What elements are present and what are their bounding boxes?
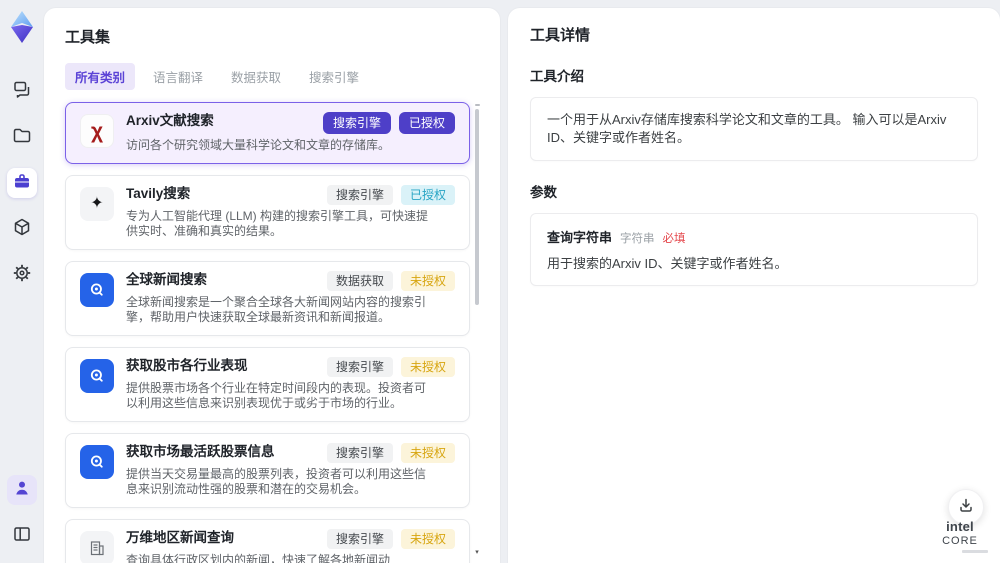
tool-description: 提供股票市场各个行业在特定时间段内的表现。投资者可以利用这些信息来识别表现优于或…	[126, 380, 427, 411]
scrollbar-thumb[interactable]	[475, 109, 479, 305]
auth-status-badge: 未授权	[400, 270, 455, 291]
tool-card-global-news[interactable]: 全球新闻搜索 数据获取 未授权 全球新闻搜索是一个聚合全球各大新闻网站内容的搜索…	[65, 260, 470, 336]
tool-detail-panel: 工具详情 工具介绍 一个用于从Arxiv存储库搜索科学论文和文章的工具。 输入可…	[508, 8, 1000, 563]
gear-icon	[12, 263, 32, 288]
app-logo[interactable]	[7, 10, 37, 44]
page-title: 工具集	[65, 29, 111, 46]
tool-card-arxiv[interactable]: χ Arxiv文献搜索 搜索引擎 已授权 访问各个研究领域大量科学论文和文章的存…	[65, 102, 470, 164]
category-tabs: 所有类别 语言翻译 数据获取 搜索引擎	[65, 63, 480, 90]
tool-description: 全球新闻搜索是一个聚合全球各大新闻网站内容的搜索引擎，帮助用户快速获取全球最新资…	[126, 294, 427, 325]
category-badge: 搜索引擎	[326, 528, 393, 549]
sidebar-item-user[interactable]	[7, 475, 37, 505]
chat-icon	[12, 79, 32, 104]
tool-name: 获取市场最活跃股票信息	[126, 443, 275, 459]
tool-name: Tavily搜索	[126, 185, 191, 201]
detail-title: 工具详情	[530, 27, 591, 44]
search-q-icon	[80, 272, 114, 307]
tool-description: 访问各个研究领域大量科学论文和文章的存储库。	[126, 138, 391, 152]
params-heading: 参数	[530, 185, 557, 200]
briefcase-icon	[12, 171, 32, 196]
tool-name: 获取股市各行业表现	[126, 357, 248, 373]
search-q-icon	[80, 444, 114, 479]
param-box: 查询字符串 字符串 必填 用于搜索的Arxiv ID、关键字或作者姓名。	[530, 213, 978, 286]
category-badge: 搜索引擎	[326, 442, 393, 463]
sidebar-item-files[interactable]	[7, 122, 37, 152]
param-type: 字符串	[620, 233, 655, 245]
tool-card-tavily[interactable]: ✦ Tavily搜索 搜索引擎 已授权 专为人工智能代理 (LLM) 构建的搜索…	[65, 174, 470, 250]
sidebar-item-packages[interactable]	[7, 214, 37, 244]
arxiv-logo-icon: χ	[80, 114, 114, 148]
category-badge: 数据获取	[326, 270, 393, 291]
sidebar-item-chat[interactable]	[7, 76, 37, 106]
tool-description: 查询具体行政区划内的新闻，快速了解各地新闻动	[126, 552, 391, 563]
app-rail	[0, 0, 44, 563]
auth-status-badge: 已授权	[400, 184, 455, 205]
building-icon	[80, 530, 114, 563]
folder-icon	[12, 125, 32, 150]
intro-heading: 工具介绍	[530, 69, 584, 84]
tool-card-sector-performance[interactable]: 获取股市各行业表现 搜索引擎 未授权 提供股票市场各个行业在特定时间段内的表现。…	[65, 346, 470, 422]
param-required-badge: 必填	[662, 233, 686, 245]
tool-card-most-active-stocks[interactable]: 获取市场最活跃股票信息 搜索引擎 未授权 提供当天交易量最高的股票列表，投资者可…	[65, 432, 470, 508]
tool-name: 全球新闻搜索	[126, 271, 207, 287]
tab-translation[interactable]: 语言翻译	[143, 63, 213, 90]
tool-card-regional-news[interactable]: 万维地区新闻查询 搜索引擎 未授权 查询具体行政区划内的新闻，快速了解各地新闻动	[65, 518, 470, 563]
brand-core: CORE	[942, 535, 978, 547]
cube-icon	[12, 217, 32, 242]
download-icon	[958, 497, 974, 518]
scrollbar-down-arrow[interactable]: ▾	[474, 548, 480, 556]
user-icon	[12, 478, 32, 503]
auth-status-badge: 未授权	[400, 356, 455, 377]
tab-all-categories[interactable]: 所有类别	[65, 63, 136, 90]
tool-name: Arxiv文献搜索	[126, 113, 214, 128]
auth-status-badge: 未授权	[400, 442, 455, 463]
layout-panel-icon	[12, 524, 32, 549]
tool-name: 万维地区新闻查询	[126, 529, 234, 545]
tool-list-panel: 工具集 所有类别 语言翻译 数据获取 搜索引擎 χ Arxiv文献搜索 搜索引擎…	[44, 8, 500, 563]
sidebar-item-tools[interactable]	[7, 168, 37, 198]
category-badge: 搜索引擎	[322, 112, 391, 134]
auth-status-badge: 未授权	[400, 528, 455, 549]
param-name: 查询字符串	[547, 230, 613, 245]
auth-status-badge: 已授权	[398, 112, 455, 134]
brand-intel: intel	[946, 519, 974, 534]
tavily-star-icon: ✦	[80, 186, 114, 221]
list-scrollbar[interactable]: ▾	[474, 104, 480, 563]
param-description: 用于搜索的Arxiv ID、关键字或作者姓名。	[547, 256, 788, 271]
category-badge: 搜索引擎	[326, 356, 393, 377]
tool-description: 提供当天交易量最高的股票列表，投资者可以利用这些信息来识别流动性强的股票和潜在的…	[126, 466, 427, 497]
main-area: 工具集 所有类别 语言翻译 数据获取 搜索引擎 χ Arxiv文献搜索 搜索引擎…	[44, 0, 1000, 563]
scrollbar-up-tick[interactable]	[474, 104, 480, 106]
sidebar-item-settings[interactable]	[7, 260, 37, 290]
tab-data-fetch[interactable]: 数据获取	[221, 63, 291, 90]
intel-core-logo: intel CORE	[932, 520, 988, 553]
intro-text: 一个用于从Arxiv存储库搜索科学论文和文章的工具。 输入可以是Arxiv ID…	[547, 112, 947, 145]
tool-list: χ Arxiv文献搜索 搜索引擎 已授权 访问各个研究领域大量科学论文和文章的存…	[65, 102, 480, 563]
tool-description: 专为人工智能代理 (LLM) 构建的搜索引擎工具，可快速提供实时、准确和真实的结…	[126, 208, 429, 239]
intro-box: 一个用于从Arxiv存储库搜索科学论文和文章的工具。 输入可以是Arxiv ID…	[530, 97, 978, 161]
brand-underline	[962, 550, 988, 553]
tab-search-engine[interactable]: 搜索引擎	[299, 63, 369, 90]
search-q-icon	[80, 358, 114, 393]
sidebar-item-panel-toggle[interactable]	[7, 521, 37, 551]
category-badge: 搜索引擎	[326, 184, 393, 205]
